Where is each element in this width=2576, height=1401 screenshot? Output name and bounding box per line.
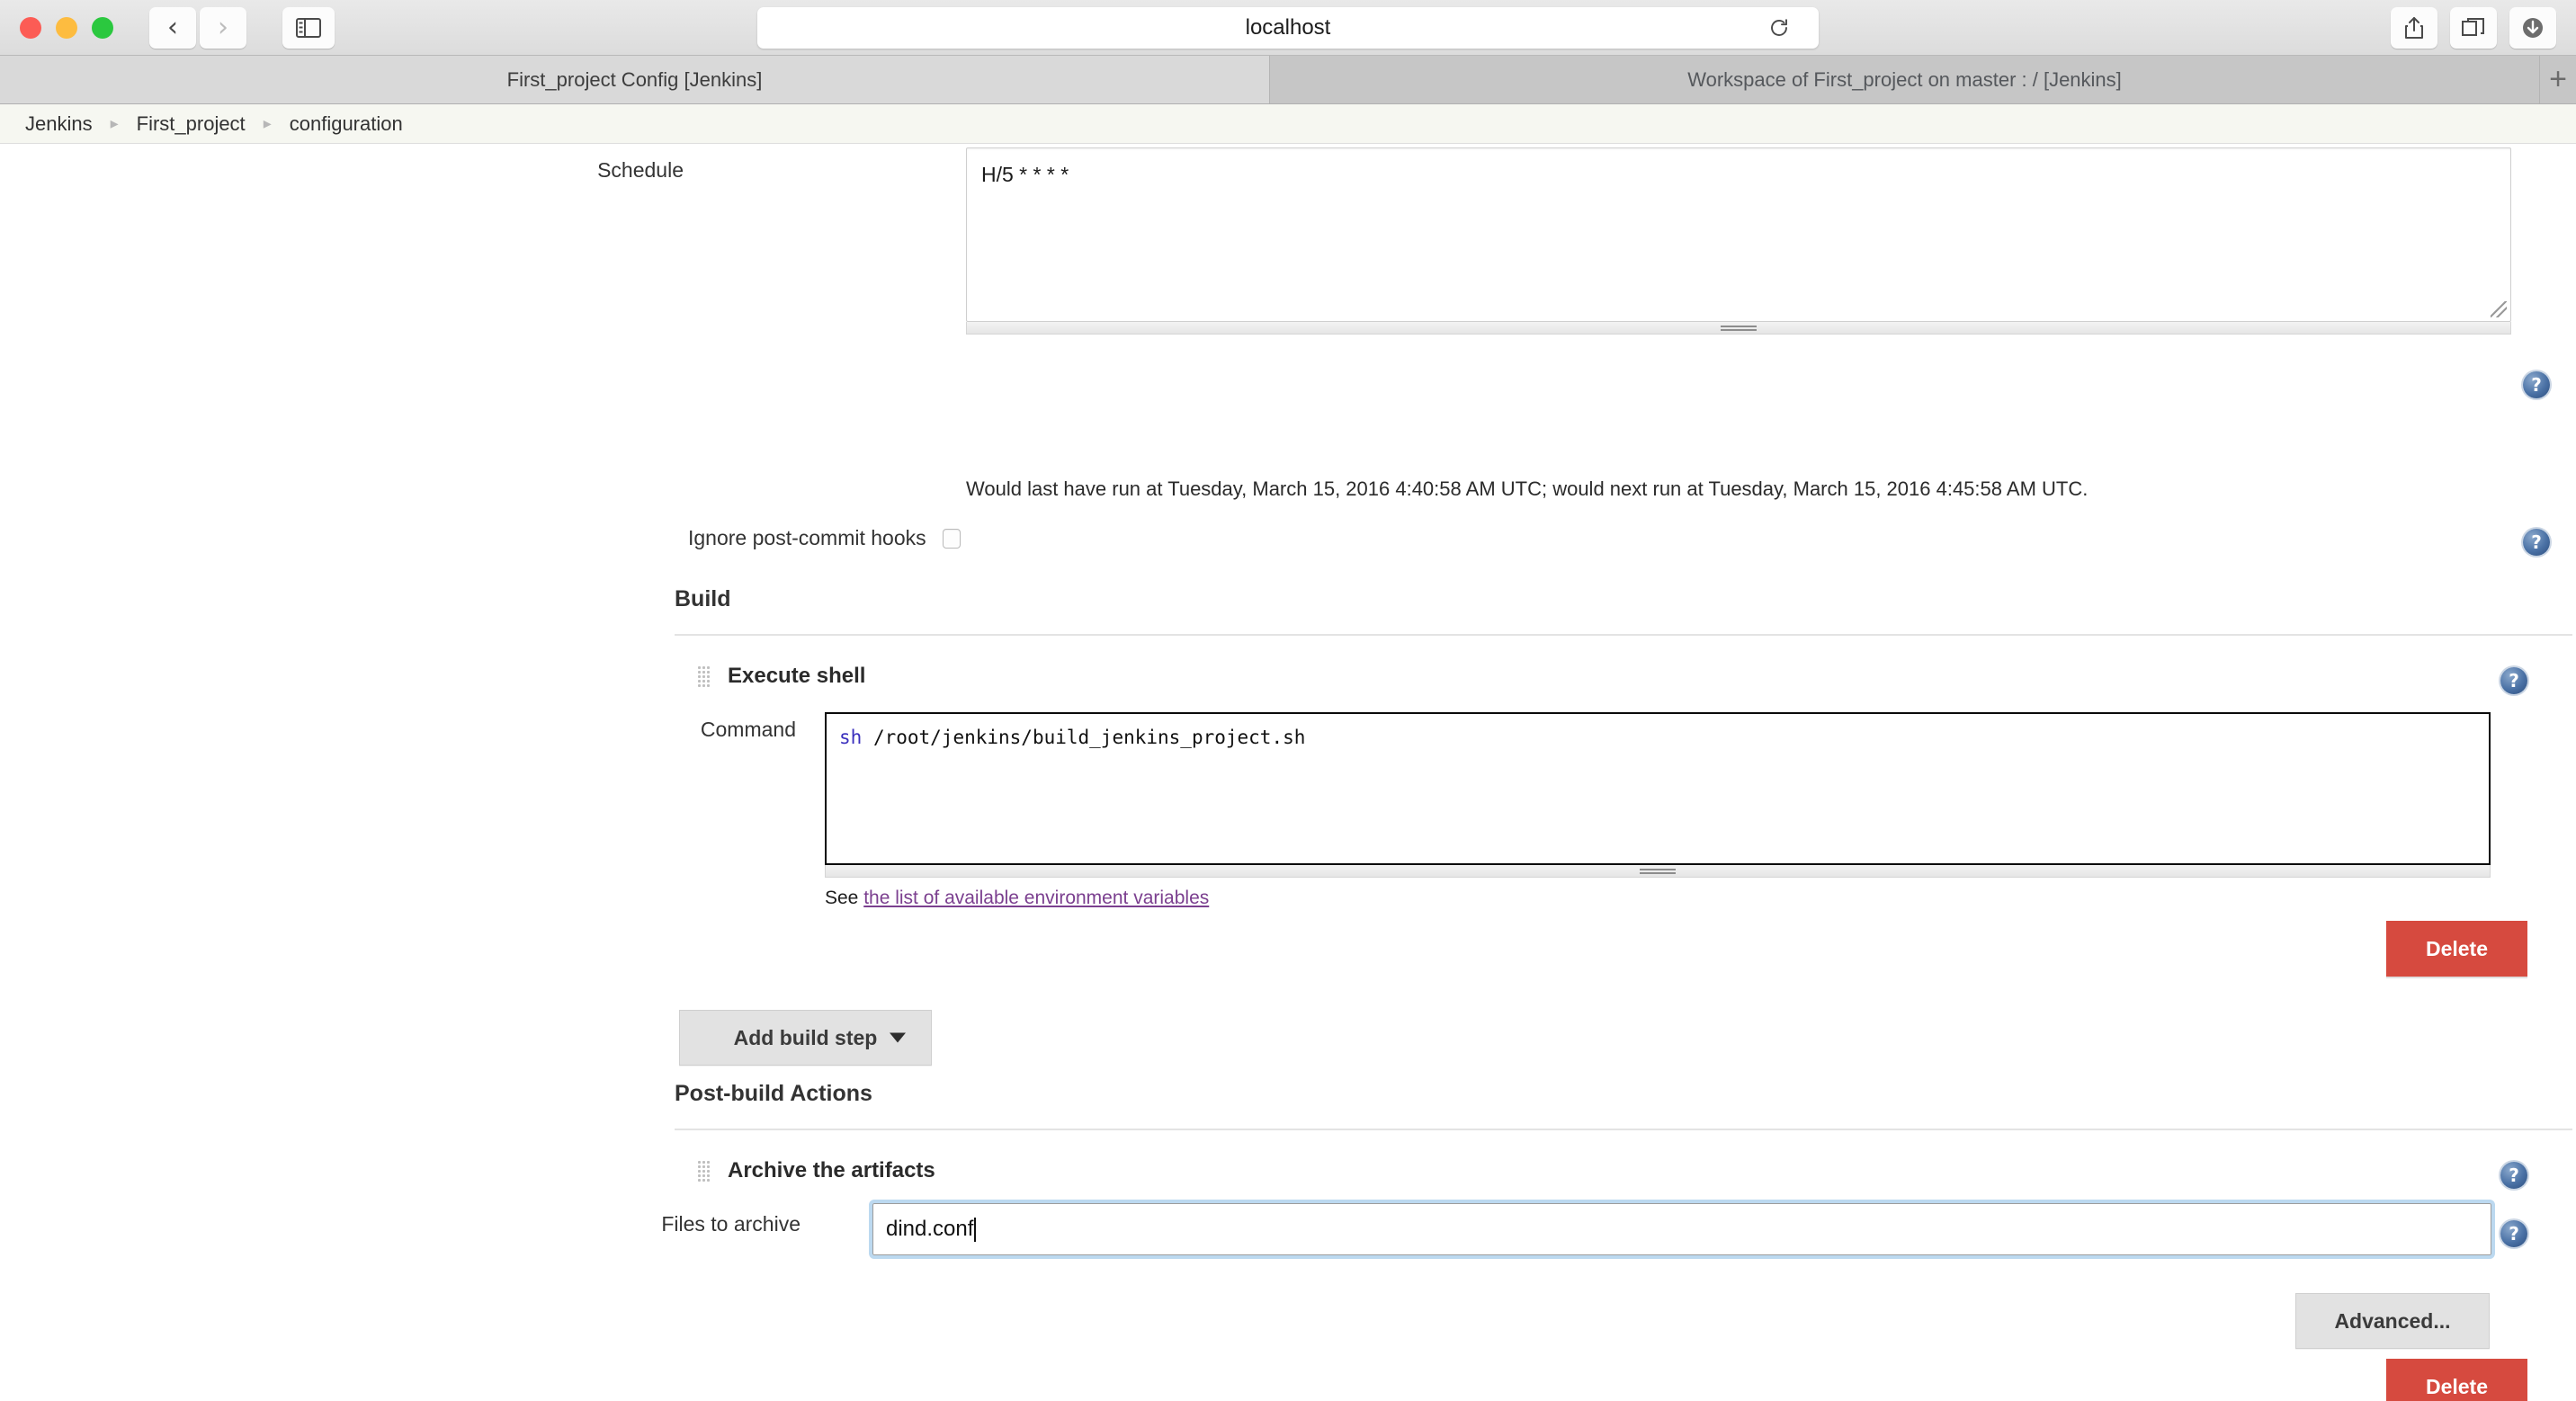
browser-toolbar: ‹ › localhost bbox=[0, 0, 2576, 56]
url-text: localhost bbox=[1245, 14, 1331, 40]
back-button[interactable]: ‹ bbox=[149, 6, 196, 49]
maximize-window-button[interactable] bbox=[92, 16, 113, 39]
reload-icon[interactable] bbox=[1768, 17, 1790, 39]
downloads-button[interactable] bbox=[2509, 6, 2556, 49]
chevron-left-icon: ‹ bbox=[167, 11, 178, 43]
drag-handle-icon[interactable] bbox=[697, 665, 711, 687]
files-to-archive-help-icon[interactable]: ? bbox=[2500, 1220, 2527, 1247]
command-label: Command bbox=[700, 718, 796, 741]
archive-artifacts-header: Archive the artifacts bbox=[697, 1158, 935, 1183]
chevron-down-icon bbox=[890, 1032, 906, 1043]
navigation-buttons: ‹ › bbox=[149, 6, 246, 49]
breadcrumb-item-jenkins[interactable]: Jenkins bbox=[25, 112, 93, 136]
postbuild-section-divider bbox=[675, 1129, 2572, 1130]
execute-shell-title: Execute shell bbox=[728, 664, 866, 688]
execute-shell-help-icon[interactable]: ? bbox=[2500, 667, 2527, 694]
delete-postbuild-action-button[interactable]: Delete bbox=[2386, 1359, 2527, 1401]
breadcrumb-separator-icon: ▸ bbox=[110, 114, 119, 133]
breadcrumb-item-configuration[interactable]: configuration bbox=[290, 112, 403, 136]
tabs-overview-icon bbox=[2462, 17, 2484, 36]
build-section-divider bbox=[675, 634, 2572, 636]
grip-lines-icon bbox=[1640, 868, 1676, 874]
schedule-label: Schedule bbox=[597, 158, 684, 182]
schedule-field-group: H/5 * * * * bbox=[966, 147, 2511, 335]
chevron-right-icon: › bbox=[218, 11, 228, 43]
share-icon bbox=[2405, 16, 2423, 39]
postbuild-section-heading: Post-build Actions bbox=[675, 1081, 872, 1106]
toolbar-right-buttons bbox=[2391, 6, 2556, 49]
schedule-value: H/5 * * * * bbox=[981, 163, 1069, 186]
files-to-archive-value: dind.conf bbox=[886, 1217, 974, 1241]
sidebar-toggle-icon bbox=[296, 17, 321, 38]
command-token: sh bbox=[839, 727, 863, 748]
tab-workspace[interactable]: Workspace of First_project on master : /… bbox=[1270, 56, 2540, 103]
drag-handle-icon[interactable] bbox=[697, 1160, 711, 1182]
breadcrumb: Jenkins ▸ First_project ▸ configuration bbox=[0, 104, 2576, 144]
command-field-group: sh /root/jenkins/build_jenkins_project.s… bbox=[825, 712, 2491, 878]
tabs-overview-button[interactable] bbox=[2450, 6, 2497, 49]
grip-lines-icon bbox=[1721, 325, 1757, 331]
schedule-help-icon[interactable]: ? bbox=[2523, 371, 2550, 398]
archive-artifacts-help-icon[interactable]: ? bbox=[2500, 1162, 2527, 1189]
address-bar[interactable]: localhost bbox=[757, 6, 1819, 49]
text-cursor bbox=[974, 1217, 977, 1242]
close-window-button[interactable] bbox=[20, 16, 41, 39]
tab-first-project-config[interactable]: First_project Config [Jenkins] bbox=[0, 56, 1270, 103]
env-vars-hint: See the list of available environment va… bbox=[825, 888, 1209, 909]
new-tab-button[interactable]: + bbox=[2540, 56, 2576, 103]
see-prefix-text: See bbox=[825, 888, 864, 908]
resize-handle-icon[interactable] bbox=[2491, 301, 2507, 317]
env-vars-link[interactable]: the list of available environment variab… bbox=[863, 888, 1209, 908]
ignore-post-commit-hooks-row: Ignore post-commit hooks bbox=[688, 526, 961, 550]
advanced-button[interactable]: Advanced... bbox=[2295, 1293, 2490, 1349]
minimize-window-button[interactable] bbox=[56, 16, 77, 39]
add-build-step-button[interactable]: Add build step bbox=[679, 1010, 932, 1066]
ignore-post-commit-hooks-label: Ignore post-commit hooks bbox=[688, 526, 926, 549]
breadcrumb-item-first-project[interactable]: First_project bbox=[137, 112, 246, 136]
execute-shell-header: Execute shell bbox=[697, 664, 865, 689]
ignore-post-commit-hooks-checkbox[interactable] bbox=[942, 528, 961, 549]
forward-button[interactable]: › bbox=[200, 6, 246, 49]
ignore-post-commit-hooks-help-icon[interactable]: ? bbox=[2523, 529, 2550, 556]
sidebar-toggle-button[interactable] bbox=[282, 6, 335, 49]
schedule-input[interactable]: H/5 * * * * bbox=[966, 147, 2511, 322]
command-rest: /root/jenkins/build_jenkins_project.sh bbox=[862, 727, 1306, 748]
window-controls bbox=[20, 16, 113, 39]
archive-artifacts-title: Archive the artifacts bbox=[728, 1158, 935, 1182]
config-form: Schedule H/5 * * * * ? Would last have r… bbox=[0, 144, 2576, 1401]
command-input[interactable]: sh /root/jenkins/build_jenkins_project.s… bbox=[825, 712, 2491, 865]
build-section-heading: Build bbox=[675, 586, 731, 611]
command-resize-grip[interactable] bbox=[825, 865, 2491, 878]
files-to-archive-label: Files to archive bbox=[661, 1212, 801, 1236]
share-button[interactable] bbox=[2391, 6, 2437, 49]
add-build-step-label: Add build step bbox=[733, 1025, 878, 1049]
files-to-archive-input[interactable]: dind.conf bbox=[869, 1200, 2495, 1259]
schedule-resize-grip[interactable] bbox=[966, 322, 2511, 335]
schedule-hint-text: Would last have run at Tuesday, March 15… bbox=[966, 477, 2089, 500]
breadcrumb-separator-icon: ▸ bbox=[263, 114, 272, 133]
downloads-icon bbox=[2523, 17, 2543, 38]
delete-build-step-button[interactable]: Delete bbox=[2386, 921, 2527, 977]
tab-bar: First_project Config [Jenkins] Workspace… bbox=[0, 56, 2576, 104]
